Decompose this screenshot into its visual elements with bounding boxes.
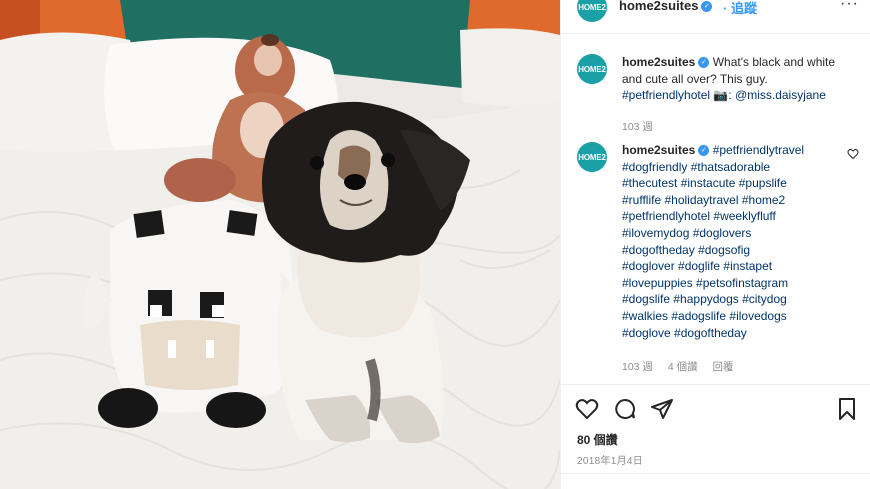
add-comment-bar[interactable] bbox=[561, 473, 870, 489]
header-username[interactable]: home2suites ✓ bbox=[619, 0, 713, 13]
username-text[interactable]: home2suites bbox=[619, 0, 698, 13]
avatar[interactable]: HOME2 bbox=[577, 0, 607, 22]
caption-text: home2suites ✓ What's black and white and … bbox=[622, 54, 844, 104]
hashtag-line[interactable]: #dogslife #happydogs #citydog bbox=[622, 292, 787, 306]
post-header: HOME2 home2suites ✓ · 追蹤 ··· bbox=[561, 0, 870, 34]
bookmark-icon[interactable] bbox=[835, 397, 859, 421]
hashtag-line[interactable]: #lovepuppies #petsofinstagram bbox=[622, 276, 788, 290]
verified-badge-icon: ✓ bbox=[698, 145, 710, 157]
post-actions: 80 個讚 2018年1月4日 bbox=[561, 384, 870, 474]
heart-icon[interactable] bbox=[847, 148, 859, 160]
hashtag-link[interactable]: #petfriendlytravel bbox=[713, 143, 804, 157]
hashtag-line[interactable]: #dogfriendly #thatsadorable bbox=[622, 160, 770, 174]
avatar-text: HOME2 bbox=[578, 152, 606, 162]
hashtag-line[interactable]: #petfriendlyhotel #weeklyfluff bbox=[622, 209, 776, 223]
avatar-text: HOME2 bbox=[578, 2, 606, 12]
follow-button[interactable]: · 追蹤 bbox=[723, 0, 757, 17]
follow-label[interactable]: 追蹤 bbox=[731, 1, 757, 16]
more-icon[interactable]: ··· bbox=[840, 0, 859, 13]
comment-likes[interactable]: 4 個讚 bbox=[668, 361, 698, 373]
comment-time[interactable]: 103 週 bbox=[622, 361, 653, 373]
avatar[interactable]: HOME2 bbox=[577, 142, 607, 172]
share-icon[interactable] bbox=[650, 397, 674, 421]
hashtag-line[interactable]: #walkies #adogslife #ilovedogs bbox=[622, 309, 787, 323]
post-likes[interactable]: 80 個讚 bbox=[577, 431, 618, 448]
comment-meta: 103 週 4 個讚 回覆 bbox=[622, 359, 746, 374]
comment-icon[interactable] bbox=[613, 397, 637, 421]
avatar[interactable]: HOME2 bbox=[577, 54, 607, 84]
verified-badge-icon: ✓ bbox=[701, 1, 713, 13]
hashtag-line[interactable]: #doglove #dogoftheday bbox=[622, 326, 747, 340]
caption-time[interactable]: 103 週 bbox=[622, 121, 653, 133]
caption: HOME2 home2suites ✓ What's black and whit… bbox=[577, 48, 859, 133]
verified-badge-icon: ✓ bbox=[698, 57, 710, 69]
post-date[interactable]: 2018年1月4日 bbox=[577, 452, 643, 467]
mention-link[interactable]: : @miss.daisyjane bbox=[728, 88, 826, 102]
hashtag-line[interactable]: #ilovemydog #doglovers bbox=[622, 226, 751, 240]
reply-button[interactable]: 回覆 bbox=[713, 361, 734, 373]
post-photo[interactable] bbox=[0, 0, 560, 489]
caption-meta: 103 週 bbox=[622, 119, 665, 134]
hashtag-line[interactable]: #doglover #doglife #instapet bbox=[622, 259, 772, 273]
heart-icon[interactable] bbox=[575, 397, 599, 421]
comment-item: HOME2 home2suites ✓ #petfriendlytravel #d… bbox=[577, 136, 859, 376]
post-sidebar: HOME2 home2suites ✓ · 追蹤 ··· HOME2 home2s… bbox=[560, 0, 870, 489]
comments-section: HOME2 home2suites ✓ What's black and whit… bbox=[561, 48, 870, 384]
camera-icon: 📷 bbox=[713, 88, 729, 103]
comment-username[interactable]: home2suites bbox=[622, 143, 695, 157]
avatar-text: HOME2 bbox=[578, 64, 606, 74]
hashtag-line[interactable]: #rufflife #holidaytravel #home2 bbox=[622, 193, 785, 207]
hashtag-line[interactable]: #thecutest #instacute #pupslife bbox=[622, 176, 787, 190]
comment-text: home2suites ✓ #petfriendlytravel #dogfrie… bbox=[622, 142, 844, 341]
hashtag-link[interactable]: #petfriendlyhotel bbox=[622, 88, 710, 102]
dog-photo-image bbox=[0, 0, 560, 489]
hashtag-line[interactable]: #dogoftheday #dogsofig bbox=[622, 243, 750, 257]
caption-username[interactable]: home2suites bbox=[622, 55, 695, 69]
